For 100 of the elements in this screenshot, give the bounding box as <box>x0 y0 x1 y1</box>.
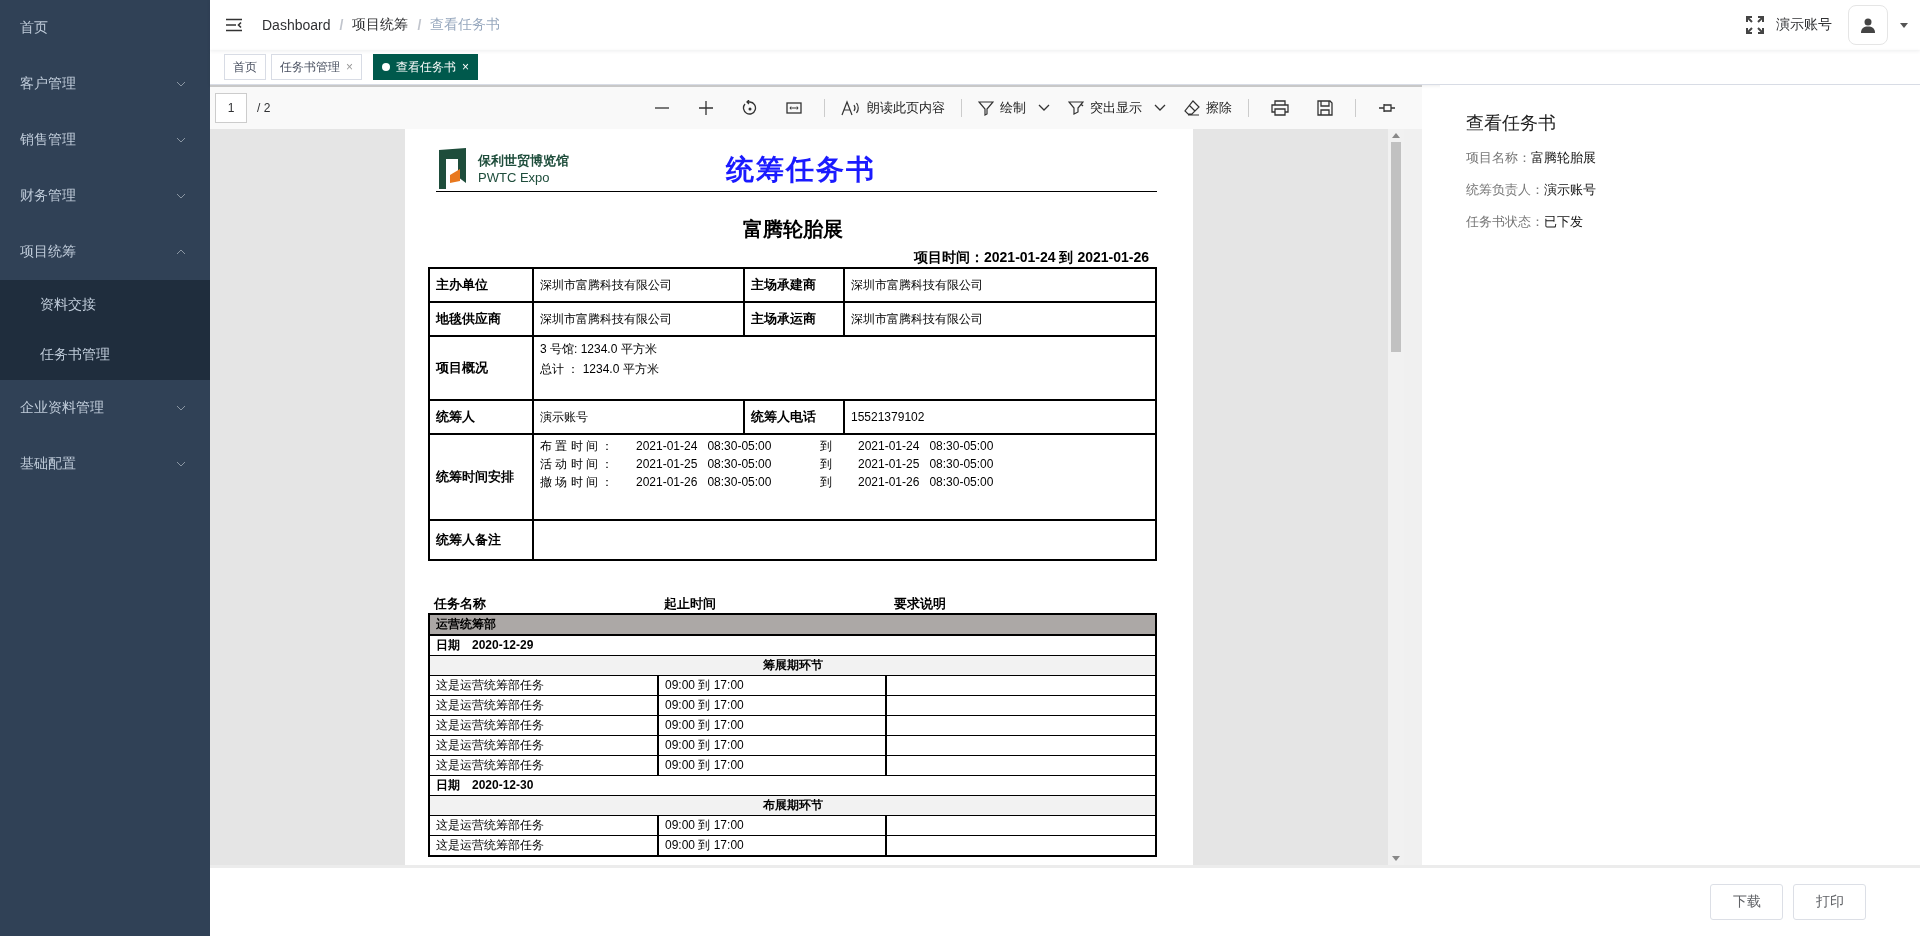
tab-label: 首页 <box>233 58 257 76</box>
chevron-icon <box>176 249 186 255</box>
sidebar-item[interactable]: 首页 <box>0 0 210 56</box>
table-cell: 主办单位 <box>429 268 533 302</box>
print-icon[interactable] <box>1271 100 1289 116</box>
table-cell: 主场承运商 <box>744 302 844 336</box>
scroll-thumb[interactable] <box>1391 142 1401 352</box>
schedule-start: 2021-01-25 08:30-05:00 <box>636 456 773 473</box>
save-icon[interactable] <box>1317 100 1333 116</box>
avatar-button[interactable] <box>1848 5 1888 45</box>
day-date: 2020-12-30 <box>472 778 534 792</box>
table-cell: 深圳市富腾科技有限公司 <box>533 268 744 302</box>
close-icon[interactable]: × <box>462 60 470 74</box>
breadcrumb-item[interactable]: Dashboard <box>262 17 331 33</box>
rotate-icon[interactable] <box>742 100 758 116</box>
caret-icon[interactable] <box>1900 22 1908 28</box>
table-cell: 09:00 到 17:00 <box>658 735 886 756</box>
print-button[interactable]: 打印 <box>1793 884 1866 920</box>
chevron-icon[interactable] <box>1038 104 1050 112</box>
read-aloud-icon <box>841 100 861 116</box>
sidebar-item[interactable]: 基础配置 <box>0 436 210 492</box>
sidebar-subitem[interactable]: 资料交接 <box>0 280 210 330</box>
page-count: / 2 <box>257 101 271 115</box>
phase-row: 筹展期环节 <box>429 655 1156 676</box>
table-cell: 项目概况 <box>429 336 533 400</box>
sidebar-item[interactable]: 企业资料管理 <box>0 380 210 436</box>
table-cell: 主场承建商 <box>744 268 844 302</box>
sidebar-item[interactable]: 财务管理 <box>0 168 210 224</box>
eraser-icon <box>1184 100 1200 116</box>
draw-button[interactable]: 绘制 <box>970 99 1034 117</box>
panel-title: 查看任务书 <box>1466 112 1557 135</box>
table-cell: 深圳市富腾科技有限公司 <box>844 268 1156 302</box>
column-header: 任务名称 <box>434 595 487 613</box>
field-value: 演示账号 <box>1544 182 1596 197</box>
scroll-up-icon[interactable] <box>1392 133 1400 138</box>
schedule-start: 2021-01-26 08:30-05:00 <box>636 474 773 491</box>
chevron-icon <box>176 461 186 467</box>
zoom-in-icon[interactable] <box>698 100 714 116</box>
highlighter-icon <box>1068 100 1084 116</box>
breadcrumb-separator: / <box>339 17 344 33</box>
chevron-icon <box>176 405 186 411</box>
field-value: 已下发 <box>1544 214 1583 229</box>
table-cell: 15521379102 <box>844 400 1156 434</box>
table-cell: 演示账号 <box>533 400 744 434</box>
sidebar-item[interactable]: 客户管理 <box>0 56 210 112</box>
table-cell: 这是运营统筹部任务 <box>429 735 658 756</box>
project-name: 富腾轮胎展 <box>741 217 844 242</box>
user-name: 演示账号 <box>1776 16 1832 34</box>
schedule-start: 2021-01-24 08:30-05:00 <box>636 438 773 455</box>
breadcrumb-item[interactable]: 项目统筹 <box>352 16 409 34</box>
table-cell: 统筹人电话 <box>744 400 844 434</box>
highlight-button[interactable]: 突出显示 <box>1060 99 1150 117</box>
sidebar-subitem[interactable]: 任务书管理 <box>0 330 210 380</box>
overview-line: 3 号馆: 1234.0 平方米 <box>540 341 658 358</box>
table-cell: 09:00 到 17:00 <box>658 815 886 836</box>
page-number-field[interactable]: 1 <box>215 93 247 123</box>
schedule-to: 到 <box>819 438 833 455</box>
page-tab[interactable]: 任务书管理 × <box>271 54 362 80</box>
breadcrumb-separator: / <box>417 17 422 33</box>
schedule-end: 2021-01-24 08:30-05:00 <box>858 438 994 455</box>
department-row: 运营统筹部 <box>429 614 1156 635</box>
menu-icon[interactable] <box>226 18 242 32</box>
table-cell: 09:00 到 17:00 <box>658 675 886 696</box>
schedule-end: 2021-01-26 08:30-05:00 <box>858 474 994 491</box>
chevron-icon[interactable] <box>1154 104 1166 112</box>
column-header: 起止时间 <box>664 595 717 613</box>
active-dot <box>382 63 390 71</box>
project-period: 项目时间：2021-01-24 到 2021-01-26 <box>914 249 1149 265</box>
sidebar-item[interactable]: 销售管理 <box>0 112 210 168</box>
schedule-label: 布 置 时 间 ： <box>540 438 615 455</box>
table-cell: 统筹人备注 <box>429 520 533 560</box>
pen-icon <box>978 100 994 116</box>
tab-label: 任务书管理 <box>280 58 340 76</box>
download-button[interactable]: 下载 <box>1710 884 1783 920</box>
field-label: 统筹负责人： <box>1466 182 1544 197</box>
table-cell: 这是运营统筹部任务 <box>429 695 658 716</box>
schedule-to: 到 <box>819 456 833 473</box>
table-cell: 09:00 到 17:00 <box>658 695 886 716</box>
pin-icon[interactable] <box>1378 102 1396 114</box>
sidebar-item[interactable]: 项目统筹 <box>0 224 210 280</box>
table-cell: 深圳市富腾科技有限公司 <box>533 302 744 336</box>
table-cell: 地毯供应商 <box>429 302 533 336</box>
field-label: 项目名称： <box>1466 150 1531 165</box>
erase-button[interactable]: 擦除 <box>1176 99 1240 117</box>
column-header: 要求说明 <box>894 595 946 613</box>
breadcrumb-item: 查看任务书 <box>430 16 501 34</box>
fullscreen-icon[interactable] <box>1746 16 1764 34</box>
table-cell: 09:00 到 17:00 <box>658 715 886 736</box>
day-label: 日期 <box>436 638 460 652</box>
logo-name: 保利世贸博览馆 <box>478 151 569 170</box>
page-tab[interactable]: 查看任务书 × <box>373 54 479 80</box>
document-title: 统筹任务书 <box>726 153 876 187</box>
schedule-to: 到 <box>819 474 833 491</box>
scroll-down-icon[interactable] <box>1392 856 1400 861</box>
page-tab[interactable]: 首页 <box>224 54 266 80</box>
table-cell: 深圳市富腾科技有限公司 <box>844 302 1156 336</box>
read-aloud-button[interactable]: 朗读此页内容 <box>833 99 953 117</box>
fit-width-icon[interactable] <box>786 100 802 116</box>
table-cell: 这是运营统筹部任务 <box>429 715 658 736</box>
table-cell: 统筹人 <box>429 400 533 434</box>
